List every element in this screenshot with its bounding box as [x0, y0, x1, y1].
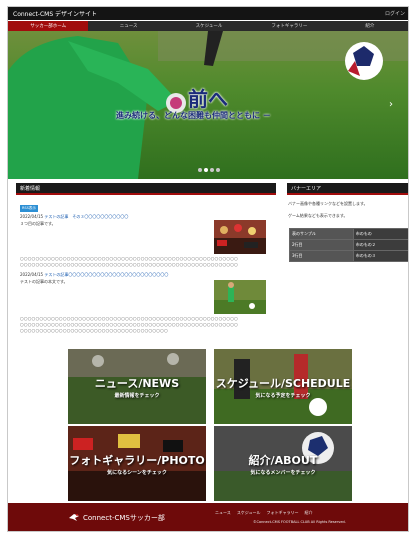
hero-slider[interactable]: 前へ 進み続ける、どんな困難も仲間とともに － ›	[8, 31, 408, 179]
hero-copy-main: 前へ	[188, 87, 228, 111]
top-bar: Connect-CMS デザインサイト ログイン	[8, 7, 408, 20]
tile-photo[interactable]: フォトギャラリー/PHOTO 気になるシーンをチェック	[68, 426, 206, 501]
slider-dot-active[interactable]	[204, 168, 208, 172]
post-title-link[interactable]: テストの記事〇〇〇〇〇〇〇〇〇〇〇〇〇〇〇〇〇〇〇〇〇〇〇〇〇	[44, 272, 168, 277]
footer-link-about[interactable]: 紹介	[305, 510, 313, 516]
tile-subtitle: 最新情報をチェック	[114, 392, 160, 399]
table-row: 2行目 市のもの２	[289, 239, 408, 251]
post-thumbnail[interactable]	[214, 220, 266, 254]
footer-link-photo[interactable]: フォトギャラリー	[267, 510, 299, 516]
bird-icon	[68, 512, 80, 524]
table-cell: 表のサンプル	[289, 228, 354, 240]
nav-item-about[interactable]: 紹介	[330, 21, 408, 31]
banner-desc: ゲーム結果なども表示できます。	[288, 213, 348, 218]
banner-desc: バナー画像や各種リンクなどを設置します。	[288, 201, 368, 206]
post-excerpt: ３つ目の記事です。	[20, 221, 56, 226]
news-heading: 新着情報	[16, 183, 276, 195]
rss-button[interactable]: RSS表示	[20, 205, 38, 212]
post-thumbnail[interactable]	[214, 280, 266, 314]
footer-copyright: ©Connect-CMS FOOTBALL CLUB All Rights Re…	[253, 520, 346, 524]
news-post: 2022/04/15 テストの記事〇〇〇〇〇〇〇〇〇〇〇〇〇〇〇〇〇〇〇〇〇〇〇…	[20, 272, 168, 278]
site-title[interactable]: Connect-CMS デザインサイト	[13, 9, 97, 18]
banner-area-heading: バナーエリア	[287, 183, 408, 195]
table-row: 3行目 市のもの３	[289, 250, 408, 262]
slider-dot[interactable]	[210, 168, 214, 172]
table-cell: 市のもの２	[352, 239, 408, 251]
tile-about[interactable]: 紹介/ABOUT 気になるメンバーをチェック	[214, 426, 352, 501]
tile-news[interactable]: ニュース/NEWS 最新情報をチェック	[68, 349, 206, 424]
post-body-line: 〇〇〇〇〇〇〇〇〇〇〇〇〇〇〇〇〇〇〇〇〇〇〇〇〇〇〇〇〇〇〇〇〇〇〇〇〇〇〇〇…	[20, 323, 239, 327]
browser-page: Connect-CMS デザインサイト ログイン サッカー部ホーム ニュース ス…	[7, 6, 409, 532]
slider-dot[interactable]	[198, 168, 202, 172]
tile-schedule[interactable]: スケジュール/SCHEDULE 気になる予定をチェック	[214, 349, 352, 424]
tile-subtitle: 気になるシーンをチェック	[107, 469, 167, 476]
post-body-line: 〇〇〇〇〇〇〇〇〇〇〇〇〇〇〇〇〇〇〇〇〇〇〇〇〇〇〇〇〇〇〇〇〇〇〇〇〇〇〇〇…	[20, 263, 239, 267]
footer-logo-text: Connect-CMSサッカー部	[83, 514, 165, 522]
tile-subtitle: 気になる予定をチェック	[255, 392, 311, 399]
nav-item-news[interactable]: ニュース	[88, 21, 168, 31]
post-title-link[interactable]: テストの記事 その３〇〇〇〇〇〇〇〇〇〇〇	[44, 214, 128, 219]
tile-title: フォトギャラリー/PHOTO	[69, 453, 205, 467]
post-body-line: 〇〇〇〇〇〇〇〇〇〇〇〇〇〇〇〇〇〇〇〇〇〇〇〇〇〇〇〇〇〇〇〇〇〇〇〇〇〇〇〇…	[20, 317, 239, 321]
table-cell: 3行目	[289, 250, 354, 262]
post-body-line: 〇〇〇〇〇〇〇〇〇〇〇〇〇〇〇〇〇〇〇〇〇〇〇〇〇〇〇〇〇〇〇〇〇〇〇〇〇〇〇〇…	[20, 257, 239, 261]
news-post: 2022/04/15 テストの記事 その３〇〇〇〇〇〇〇〇〇〇〇	[20, 214, 128, 220]
post-date: 2022/04/15	[20, 214, 44, 219]
slider-dots	[198, 168, 220, 172]
table-row: 表のサンプル 市のもの	[289, 228, 408, 240]
slider-next-button[interactable]: ›	[389, 99, 393, 110]
main-nav: サッカー部ホーム ニュース スケジュール フォトギャラリー 紹介	[8, 21, 408, 31]
footer: Connect-CMSサッカー部 ニュース スケジュール フォトギャラリー 紹介…	[8, 503, 408, 531]
tile-subtitle: 気になるメンバーをチェック	[250, 469, 316, 476]
banner-table: 表のサンプル 市のもの 2行目 市のもの２ 3行目 市のもの３	[289, 228, 408, 262]
footer-link-schedule[interactable]: スケジュール	[237, 510, 261, 516]
footer-link-news[interactable]: ニュース	[215, 510, 231, 516]
nav-item-photo[interactable]: フォトギャラリー	[249, 21, 329, 31]
login-link[interactable]: ログイン	[385, 10, 405, 17]
table-cell: 市のもの３	[352, 250, 408, 262]
nav-item-schedule[interactable]: スケジュール	[169, 21, 249, 31]
nav-item-home[interactable]: サッカー部ホーム	[8, 21, 89, 31]
post-body-line: 〇〇〇〇〇〇〇〇〇〇〇〇〇〇〇〇〇〇〇〇〇〇〇〇〇〇〇〇〇〇〇〇〇〇〇〇〇〇	[20, 329, 168, 333]
slider-dot[interactable]	[216, 168, 220, 172]
post-excerpt: テストの記事の本文です。	[20, 279, 68, 284]
table-cell: 市のもの	[352, 228, 408, 240]
tile-title: スケジュール/SCHEDULE	[215, 376, 351, 390]
post-date: 2022/04/15	[20, 272, 44, 277]
footer-links: ニュース スケジュール フォトギャラリー 紹介	[215, 510, 313, 516]
tile-title: 紹介/ABOUT	[248, 453, 318, 467]
hero-copy-sub: 進み続ける、どんな困難も仲間とともに －	[116, 110, 271, 120]
footer-logo[interactable]: Connect-CMSサッカー部	[68, 512, 165, 524]
tile-title: ニュース/NEWS	[94, 376, 180, 390]
table-cell: 2行目	[289, 239, 354, 251]
